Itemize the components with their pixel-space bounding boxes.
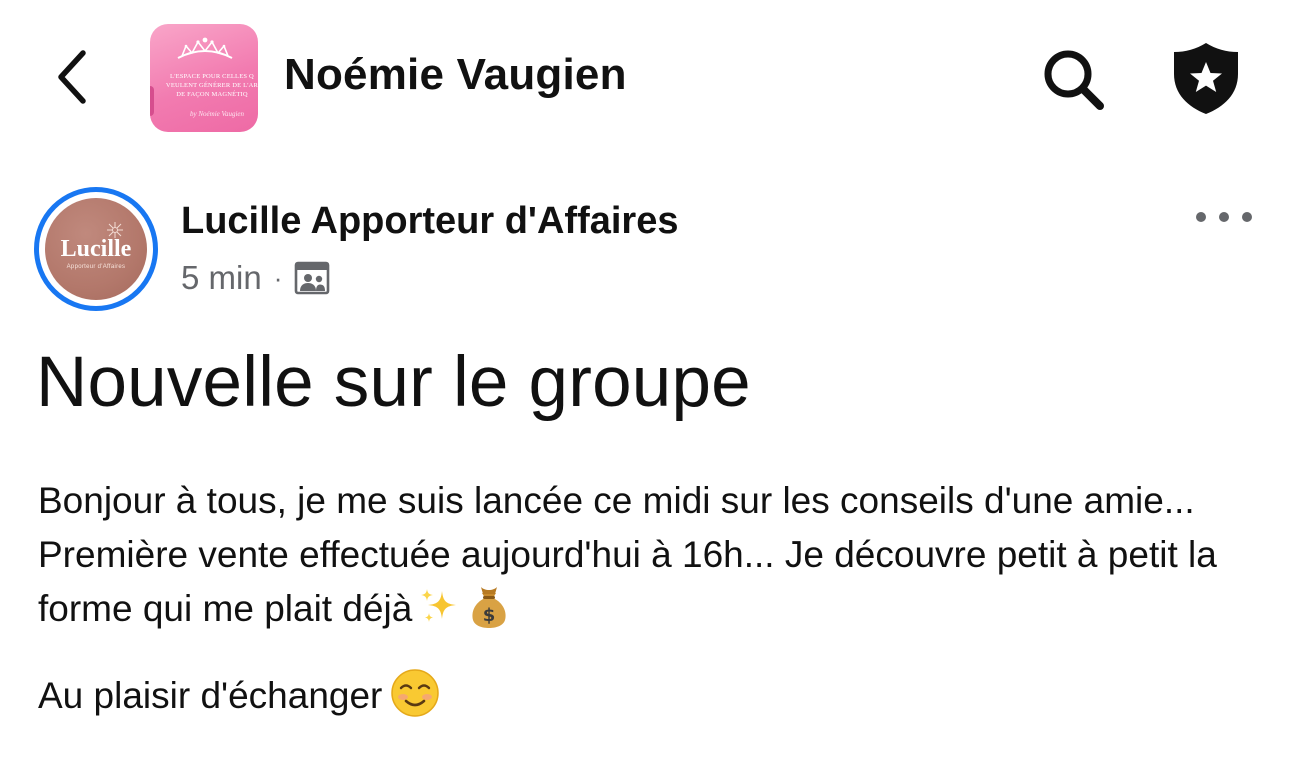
group-thumbnail[interactable]: L'ESPACE POUR CELLES Q VEULENT GÉNÉRER D… [150, 24, 258, 132]
group-title[interactable]: Noémie Vaugien [284, 50, 627, 100]
post-closing-text: Au plaisir d'échanger [38, 675, 383, 716]
more-options-button[interactable] [1196, 200, 1252, 234]
sparkles-emoji [418, 585, 462, 644]
avatar-image: Lucille Apporteur d'Affaires [45, 198, 147, 300]
post-body-text: Bonjour à tous, je me suis lancée ce mid… [38, 480, 1217, 629]
admin-shield-button[interactable] [1170, 40, 1242, 116]
post-closing: Au plaisir d'échanger [38, 668, 1238, 733]
smiling-face-emoji [390, 668, 440, 733]
post-screen: L'ESPACE POUR CELLES Q VEULENT GÉNÉRER D… [0, 0, 1290, 782]
svg-text:$: $ [483, 605, 496, 626]
more-dot [1219, 212, 1229, 222]
thumbnail-signature: by Noémie Vaugien [190, 110, 245, 118]
search-button[interactable] [1040, 46, 1108, 114]
more-dot [1242, 212, 1252, 222]
author-avatar[interactable]: Lucille Apporteur d'Affaires [34, 187, 158, 311]
money-bag-emoji: $ [468, 583, 510, 644]
author-name[interactable]: Lucille Apporteur d'Affaires [181, 200, 678, 243]
tiara-icon [177, 37, 233, 59]
avatar-subtitle: Apporteur d'Affaires [66, 264, 126, 270]
post-title: Nouvelle sur le groupe [36, 343, 751, 422]
avatar-name: Lucille [60, 236, 132, 262]
post-body: Bonjour à tous, je me suis lancée ce mid… [38, 474, 1268, 644]
thumbnail-edge [150, 86, 154, 116]
search-icon [1044, 50, 1104, 110]
more-dot [1196, 212, 1206, 222]
thumbnail-text: L'ESPACE POUR CELLES Q VEULENT GÉNÉRER D… [165, 73, 258, 98]
back-button[interactable] [44, 42, 100, 112]
group-icon [295, 261, 330, 295]
chevron-left-icon [58, 50, 86, 104]
shield-star-icon [1174, 43, 1238, 114]
post-time[interactable]: 5 min [181, 259, 262, 297]
top-bar: L'ESPACE POUR CELLES Q VEULENT GÉNÉRER D… [0, 0, 1290, 150]
meta-separator: · [273, 262, 283, 293]
post-meta: 5 min · [181, 258, 330, 298]
